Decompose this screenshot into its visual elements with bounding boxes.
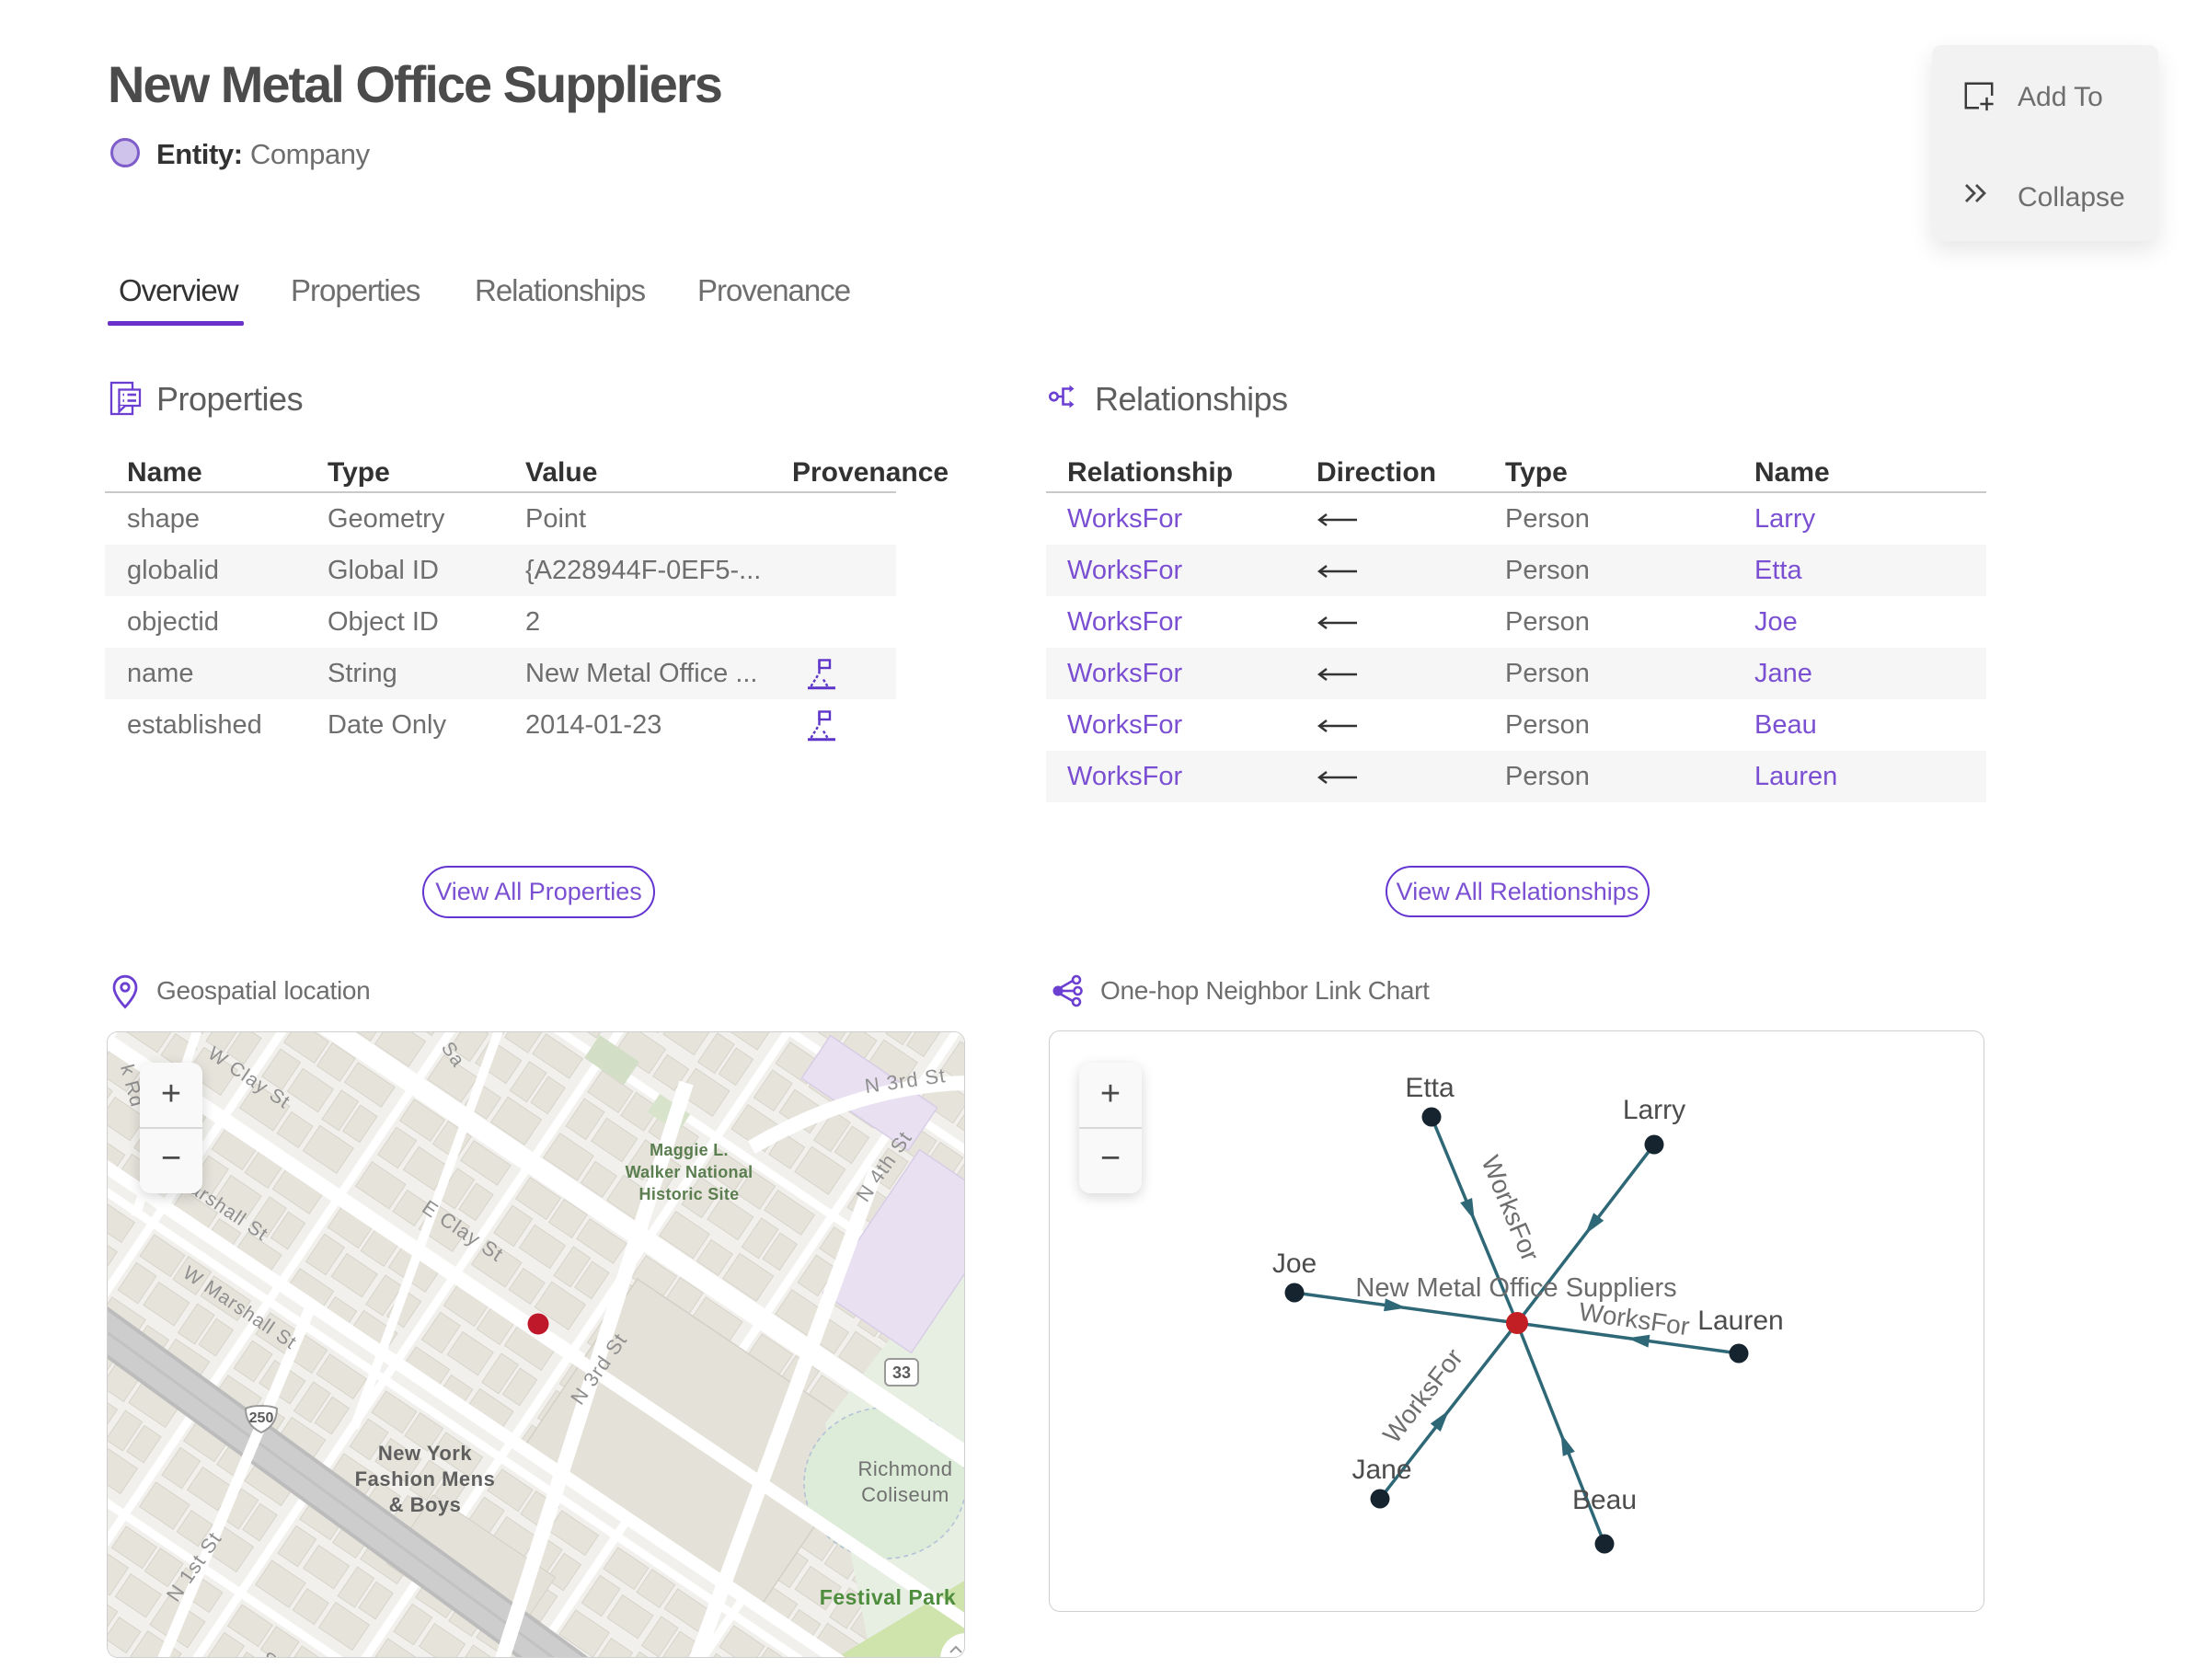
svg-text:New Metal Office Suppliers: New Metal Office Suppliers [1355,1273,1676,1303]
svg-text:Maggie L.: Maggie L. [650,1141,729,1159]
svg-text:250: 250 [249,1410,274,1426]
svg-text:Larry: Larry [1623,1095,1685,1125]
svg-text:New York: New York [378,1442,472,1465]
svg-text:Coliseum: Coliseum [861,1483,949,1506]
svg-text:Festival Park: Festival Park [820,1585,956,1609]
svg-text:Historic Site: Historic Site [639,1185,740,1203]
svg-text:Fashion Mens: Fashion Mens [355,1467,496,1490]
svg-text:Beau: Beau [1572,1485,1637,1515]
svg-text:Etta: Etta [1405,1073,1455,1103]
svg-text:& Boys: & Boys [389,1493,462,1516]
svg-text:Jane: Jane [1351,1455,1411,1485]
svg-text:Joe: Joe [1272,1248,1317,1279]
svg-text:Walker National: Walker National [626,1163,753,1181]
svg-text:Richmond: Richmond [857,1457,952,1480]
svg-text:WorksFor: WorksFor [1377,1343,1468,1448]
svg-text:Lauren: Lauren [1697,1306,1783,1336]
svg-text:33: 33 [892,1364,911,1382]
